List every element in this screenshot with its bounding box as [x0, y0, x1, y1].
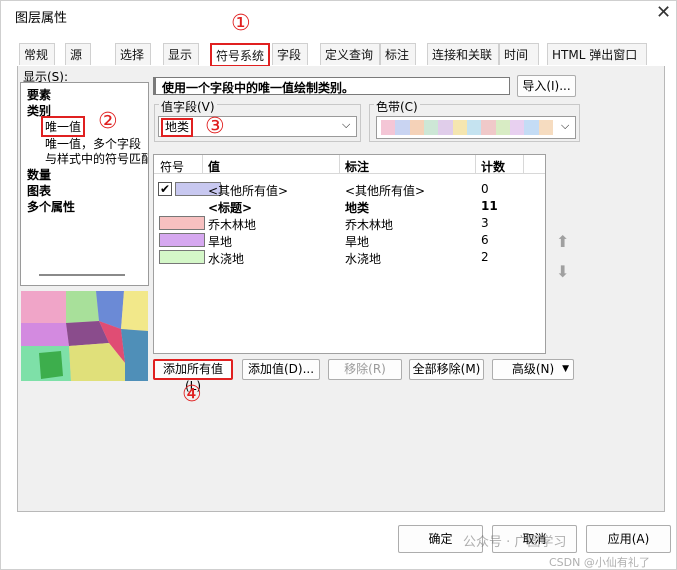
watermark-wechat: 公众号 · 广图学习 — [463, 535, 567, 550]
watermark-csdn: CSDN @小仙有礼了 — [549, 556, 650, 569]
value-field-select[interactable]: 地类 ⌵ — [158, 116, 357, 137]
color-ramp-swatch — [538, 120, 553, 135]
tab-definition-query[interactable]: 定义查询 — [320, 43, 380, 65]
tab-source[interactable]: 源 — [65, 43, 91, 65]
chevron-down-icon: ⌵ — [561, 119, 570, 132]
color-ramp-swatch — [509, 120, 525, 135]
annotation-3: ③ — [205, 114, 225, 139]
row-label: 旱地 — [345, 235, 370, 249]
annotation-4: ④ — [182, 382, 202, 407]
table-row[interactable]: 乔木林地 乔木林地 3 — [154, 215, 545, 232]
row-value: <其他所有值> — [208, 184, 289, 198]
dialog-title: 图层属性 — [15, 11, 68, 26]
table-header: 符号 值 标注 计数 — [154, 155, 545, 174]
color-ramp-swatch — [524, 120, 539, 135]
remove-button[interactable]: 移除(R) — [328, 359, 402, 380]
color-ramp-swatch — [481, 120, 496, 135]
row-count: 11 — [481, 199, 498, 213]
tree-item-multiple-attributes[interactable]: 多个属性 — [27, 198, 75, 215]
tab-general[interactable]: 常规 — [19, 43, 55, 65]
move-up-icon[interactable]: ⬆ — [556, 232, 569, 251]
color-ramp-swatch — [409, 120, 424, 135]
add-all-values-button[interactable]: 添加所有值(L) — [153, 359, 233, 393]
value-field-label: 值字段(V) — [159, 98, 217, 115]
dropdown-arrow-icon: ▼ — [562, 364, 569, 374]
color-ramp-swatches — [381, 120, 553, 135]
row-count: 0 — [481, 182, 489, 196]
symbol-swatch[interactable] — [159, 233, 205, 247]
checkbox-checked[interactable]: ✔ — [158, 182, 172, 196]
row-label: 乔木林地 — [345, 218, 394, 232]
row-value: <标题> — [208, 201, 253, 215]
tree-item-unique-values[interactable]: 唯一值 — [41, 116, 86, 137]
tab-time[interactable]: 时间 — [499, 43, 539, 65]
renderer-tree: 要素 类别 唯一值 唯一值，多个字段 与样式中的符号匹配 数量 图表 多个属性 — [20, 82, 149, 286]
tree-item-quantities[interactable]: 数量 — [27, 166, 51, 183]
tab-html-popup[interactable]: HTML 弹出窗口 — [547, 43, 647, 65]
tab-display[interactable]: 显示 — [163, 43, 199, 65]
color-ramp-swatch — [495, 120, 510, 135]
advanced-label: 高级(N) — [511, 362, 555, 376]
row-value: 旱地 — [208, 235, 233, 249]
color-ramp-label: 色带(C) — [374, 98, 420, 115]
row-value: 水浇地 — [208, 252, 245, 266]
apply-button[interactable]: 应用(A) — [586, 525, 671, 553]
color-ramp-swatch — [438, 120, 453, 135]
add-values-button[interactable]: 添加值(D)... — [242, 359, 320, 380]
row-label: 水浇地 — [345, 252, 382, 266]
table-row[interactable]: 水浇地 水浇地 2 — [154, 249, 545, 266]
symbol-swatch[interactable] — [159, 250, 205, 264]
close-icon[interactable]: ✕ — [656, 4, 671, 22]
tab-joins-relates[interactable]: 连接和关联 — [427, 43, 499, 65]
row-count: 2 — [481, 250, 489, 264]
table-row[interactable]: ✔ <其他所有值> <其他所有值> 0 — [154, 181, 545, 198]
color-ramp-swatch — [466, 120, 482, 135]
color-ramp-swatch — [395, 120, 410, 135]
row-count: 3 — [481, 216, 489, 230]
renderer-description: 使用一个字段中的唯一值绘制类别。 — [153, 77, 510, 95]
chevron-down-icon: ⌵ — [342, 118, 351, 131]
tab-labels[interactable]: 标注 — [380, 43, 416, 65]
symbol-swatch[interactable] — [159, 216, 205, 230]
move-down-icon[interactable]: ⬇ — [556, 262, 569, 281]
header-label[interactable]: 标注 — [345, 158, 369, 175]
tree-item-match-style[interactable]: 与样式中的符号匹配 — [45, 150, 148, 167]
unique-values-table: 符号 值 标注 计数 ✔ <其他所有值> <其他所有值> 0 <标题> 地类 1… — [153, 154, 546, 354]
import-button[interactable]: 导入(I)... — [517, 75, 576, 97]
annotation-2: ② — [98, 109, 118, 134]
color-ramp-swatch — [452, 120, 467, 135]
color-ramp-select[interactable]: ⌵ — [376, 116, 576, 139]
color-ramp-swatch — [423, 120, 439, 135]
renderer-preview-map — [21, 291, 148, 381]
color-ramp-swatch — [381, 120, 396, 135]
tree-item-charts[interactable]: 图表 — [27, 182, 51, 199]
header-value[interactable]: 值 — [208, 158, 220, 175]
tab-selection[interactable]: 选择 — [115, 43, 151, 65]
row-label: 地类 — [345, 201, 370, 215]
tab-symbology[interactable]: 符号系统 — [210, 43, 270, 67]
value-field-current: 地类 — [161, 118, 194, 137]
row-value: 乔木林地 — [208, 218, 257, 232]
tab-bar: 常规 源 选择 显示 符号系统 字段 定义查询 标注 连接和关联 时间 HTML… — [17, 43, 665, 67]
remove-all-button[interactable]: 全部移除(M) — [409, 359, 484, 380]
table-row[interactable]: <标题> 地类 11 — [154, 198, 545, 215]
tab-fields[interactable]: 字段 — [272, 43, 308, 65]
row-label: <其他所有值> — [345, 184, 426, 198]
tree-horizontal-scrollbar[interactable] — [39, 274, 125, 276]
row-count: 6 — [481, 233, 489, 247]
table-row[interactable]: 旱地 旱地 6 — [154, 232, 545, 249]
tree-item-features[interactable]: 要素 — [27, 86, 51, 103]
annotation-1: ① — [231, 11, 251, 36]
advanced-button[interactable]: 高级(N) ▼ — [492, 359, 574, 380]
header-symbol[interactable]: 符号 — [160, 158, 184, 175]
layer-properties-dialog: 图层属性 ✕ 常规 源 选择 显示 符号系统 字段 定义查询 标注 连接和关联 … — [0, 0, 677, 570]
header-count[interactable]: 计数 — [481, 158, 505, 175]
